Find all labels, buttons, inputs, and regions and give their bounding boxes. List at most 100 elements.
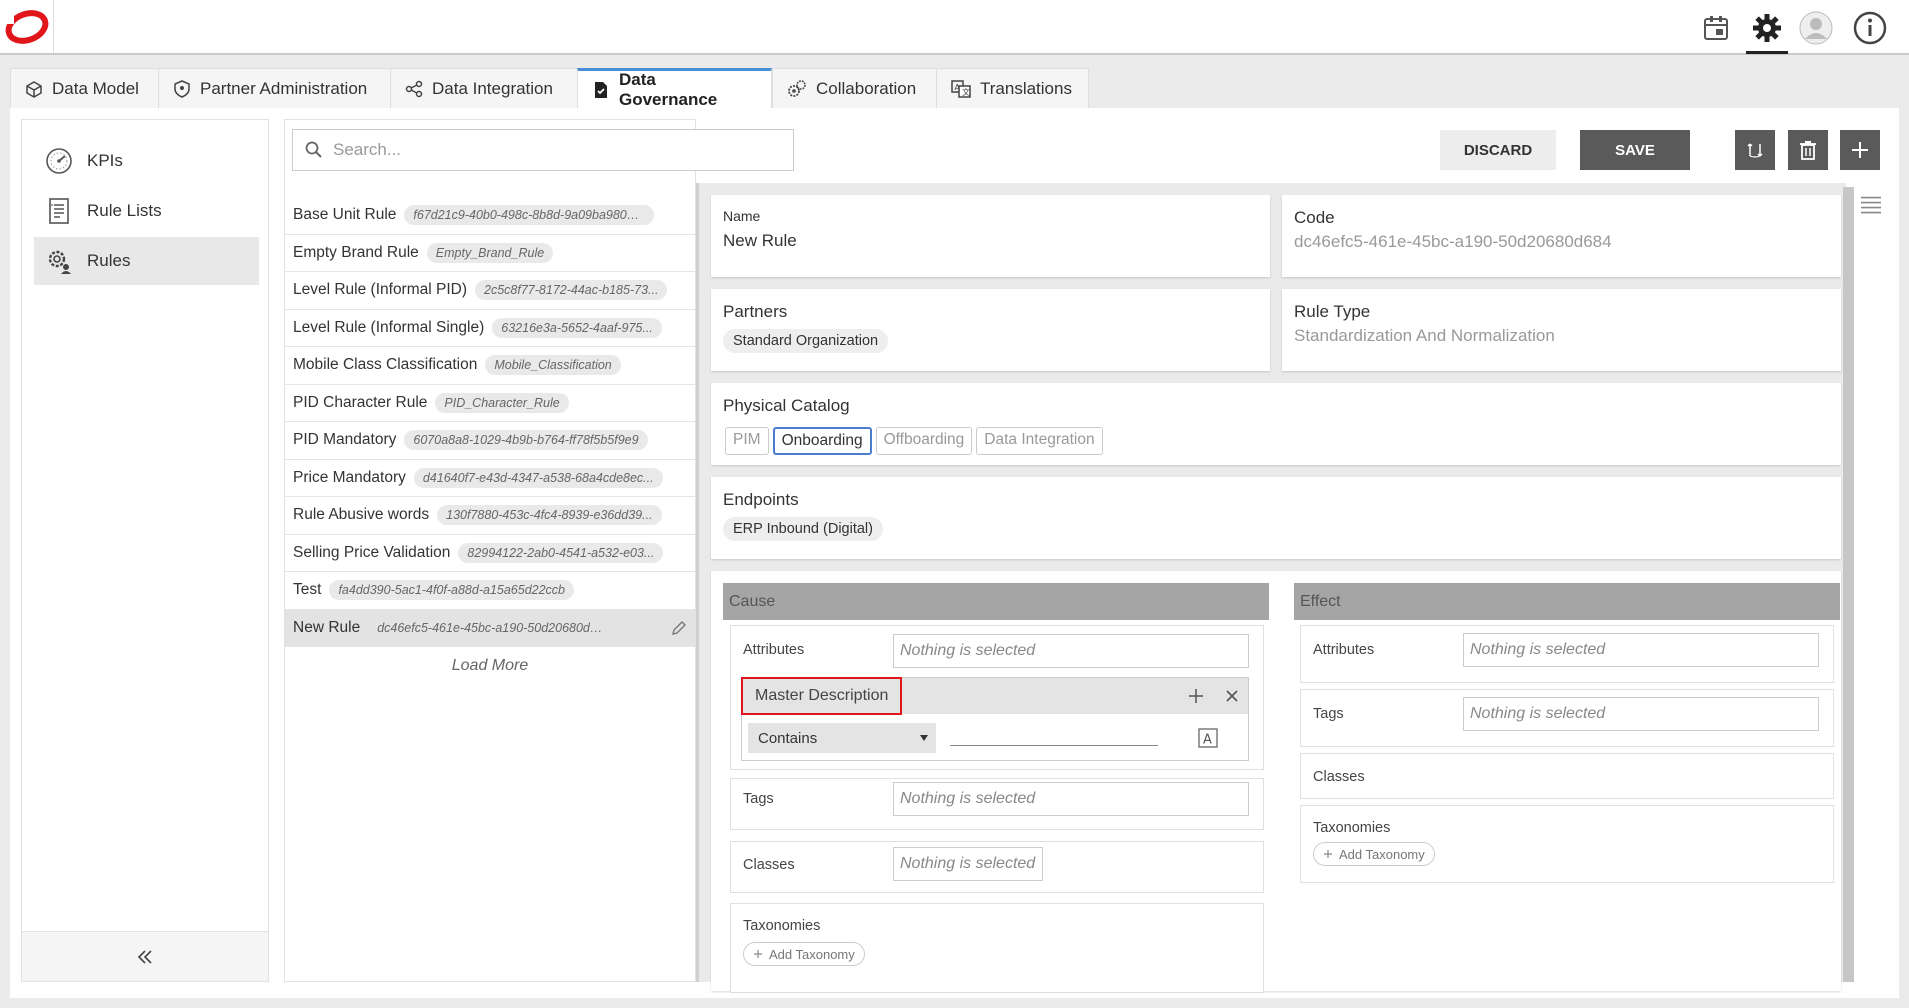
double-chevron-left-icon [137,949,152,964]
sidebar-item-label: Rules [87,251,131,270]
rule-name: Price Mandatory [293,468,406,486]
main-content: KPIs Rule Lists Rules Search... Base Uni… [10,108,1899,998]
document-check-icon [595,81,607,98]
gauge-icon [46,148,72,174]
cause-add-taxonomy-button[interactable]: Add Taxonomy [743,942,865,966]
tab-translations[interactable]: A文 Translations [936,68,1089,108]
cause-taxonomies-label: Taxonomies [743,918,821,934]
name-field[interactable]: Name New Rule [711,195,1270,277]
cause-effect-container: Cause Effect Attributes Nothing is selec… [711,571,1841,993]
sidebar-item-rule-lists[interactable]: Rule Lists [34,187,259,235]
list-item[interactable]: Empty Brand Rule Empty_Brand_Rule [285,235,695,272]
list-item[interactable]: Test fa4dd390-5ac1-4f0f-a88d-a15a65d22ccb [285,572,695,610]
cause-tags-select[interactable]: Nothing is selected [893,782,1249,816]
physical-catalog-field: Physical Catalog PIM Onboarding Offboard… [711,383,1841,465]
catalog-option-offboarding[interactable]: Offboarding [875,427,973,455]
app-logo[interactable] [0,0,54,53]
catalog-options: PIM Onboarding Offboarding Data Integrat… [725,427,1107,455]
code-value: dc46efc5-461e-45bc-a190-50d20680d684 [1294,232,1612,251]
text-format-icon[interactable]: A [1198,728,1218,748]
rule-detail-panel: Name New Rule Code dc46efc5-461e-45bc-a1… [696,183,1846,993]
info-icon[interactable] [1852,10,1888,46]
close-icon[interactable] [1225,689,1239,703]
search-placeholder: Search... [333,140,402,159]
plus-icon[interactable] [1188,688,1204,704]
rule-name: Level Rule (Informal PID) [293,281,468,299]
catalog-option-data-integration[interactable]: Data Integration [976,427,1103,455]
calendar-icon[interactable] [1698,10,1734,46]
tab-collaboration[interactable]: Collaboration [772,68,937,108]
list-item[interactable]: Base Unit Rule f67d21c9-40b0-498c-8b8d-9a… [285,197,695,235]
list-item[interactable]: Selling Price Validation 82994122-2ab0-45… [285,535,695,572]
gear-icon[interactable] [1749,10,1785,46]
tab-data-model[interactable]: Data Model [10,68,169,108]
code-field: Code dc46efc5-461e-45bc-a190-50d20680d68… [1282,195,1841,277]
effect-attributes-section: Attributes Nothing is selected [1300,625,1834,683]
tab-partner-administration[interactable]: Partner Administration [158,68,391,108]
user-icon[interactable] [1798,10,1834,46]
rule-name: Selling Price Validation [293,543,451,561]
sidebar-item-kpis[interactable]: KPIs [34,137,259,185]
rule-type-value: Standardization And Normalization [1294,326,1555,345]
effect-tags-section: Tags Nothing is selected [1300,689,1834,747]
svg-text:A: A [955,83,961,92]
catalog-option-onboarding[interactable]: Onboarding [772,427,872,455]
plus-icon [1324,850,1332,858]
search-input[interactable]: Search... [292,129,794,171]
active-indicator [1746,51,1788,54]
partner-chip[interactable]: Standard Organization [723,329,889,353]
cause-attributes-select[interactable]: Nothing is selected [893,634,1249,668]
list-item[interactable]: Level Rule (Informal Single) 63216e3a-565… [285,310,695,347]
code-label: Code [1294,208,1335,227]
rule-type-field: Rule Type Standardization And Normalizat… [1282,289,1841,371]
load-more-link[interactable]: Load More [285,647,695,685]
sidebar-item-rules[interactable]: Rules [34,237,259,285]
effect-attributes-select[interactable]: Nothing is selected [1463,633,1819,667]
plus-icon [1852,142,1868,158]
partners-field[interactable]: Partners Standard Organization [711,289,1270,371]
endpoint-chip[interactable]: ERP Inbound (Digital) [723,517,883,541]
svg-text:文: 文 [962,87,970,97]
list-view-icon[interactable] [1856,190,1886,220]
rule-code-chip: 2c5c8f77-8172-44ac-b185-73... [475,280,668,301]
effect-taxonomies-label: Taxonomies [1313,820,1391,836]
list-item[interactable]: Price Mandatory d41640f7-e43d-4347-a538-6… [285,460,695,497]
list-item[interactable]: PID Character Rule PID_Character_Rule [285,385,695,422]
endpoints-field[interactable]: Endpoints ERP Inbound (Digital) [711,477,1841,559]
rule-name: Empty Brand Rule [293,243,419,261]
condition-attribute-label: Master Description [741,677,903,715]
translate-icon: A文 [951,79,971,98]
physical-catalog-label: Physical Catalog [723,396,850,415]
pencil-icon[interactable] [671,620,687,636]
sidebar-item-label: KPIs [87,151,123,170]
discard-button[interactable]: DISCARD [1440,130,1556,170]
gears-icon [788,79,806,97]
share-icon [405,80,423,97]
effect-attributes-label: Attributes [1313,642,1375,658]
save-button[interactable]: SAVE [1580,130,1690,170]
sidebar-item-label: Rule Lists [87,201,162,220]
tab-data-governance[interactable]: Data Governance [577,68,772,109]
delete-button[interactable] [1788,130,1828,170]
rules-list: Base Unit Rule f67d21c9-40b0-498c-8b8d-9a… [285,197,695,685]
tab-data-integration[interactable]: Data Integration [390,68,578,108]
list-item-selected[interactable]: New Rule dc46efc5-461e-45bc-a190-50d20680… [285,609,695,647]
effect-add-taxonomy-button[interactable]: Add Taxonomy [1313,842,1435,866]
scrollbar[interactable] [1843,187,1854,982]
condition-value-input[interactable] [950,745,1158,746]
effect-classes-label: Classes [1313,769,1365,785]
catalog-option-pim[interactable]: PIM [725,427,769,455]
operator-select[interactable]: Contains [748,723,936,753]
collapse-sidebar-button[interactable] [22,931,268,981]
cause-classes-select[interactable]: Nothing is selected [893,847,1043,881]
add-rule-button[interactable] [1840,130,1880,170]
list-item[interactable]: Level Rule (Informal PID) 2c5c8f77-8172-4… [285,272,695,310]
cause-taxonomies-section: Taxonomies Add Taxonomy [730,903,1264,993]
list-item[interactable]: PID Mandatory 6070a8a8-1029-4b9b-b764-ff7… [285,422,695,460]
effect-tags-select[interactable]: Nothing is selected [1463,697,1819,731]
list-item[interactable]: Rule Abusive words 130f7880-453c-4fc4-893… [285,497,695,535]
rule-name: Level Rule (Informal Single) [293,318,485,336]
cause-tags-section: Tags Nothing is selected [730,778,1264,830]
list-item[interactable]: Mobile Class Classification Mobile_Classi… [285,347,695,385]
sync-button[interactable] [1735,130,1775,170]
